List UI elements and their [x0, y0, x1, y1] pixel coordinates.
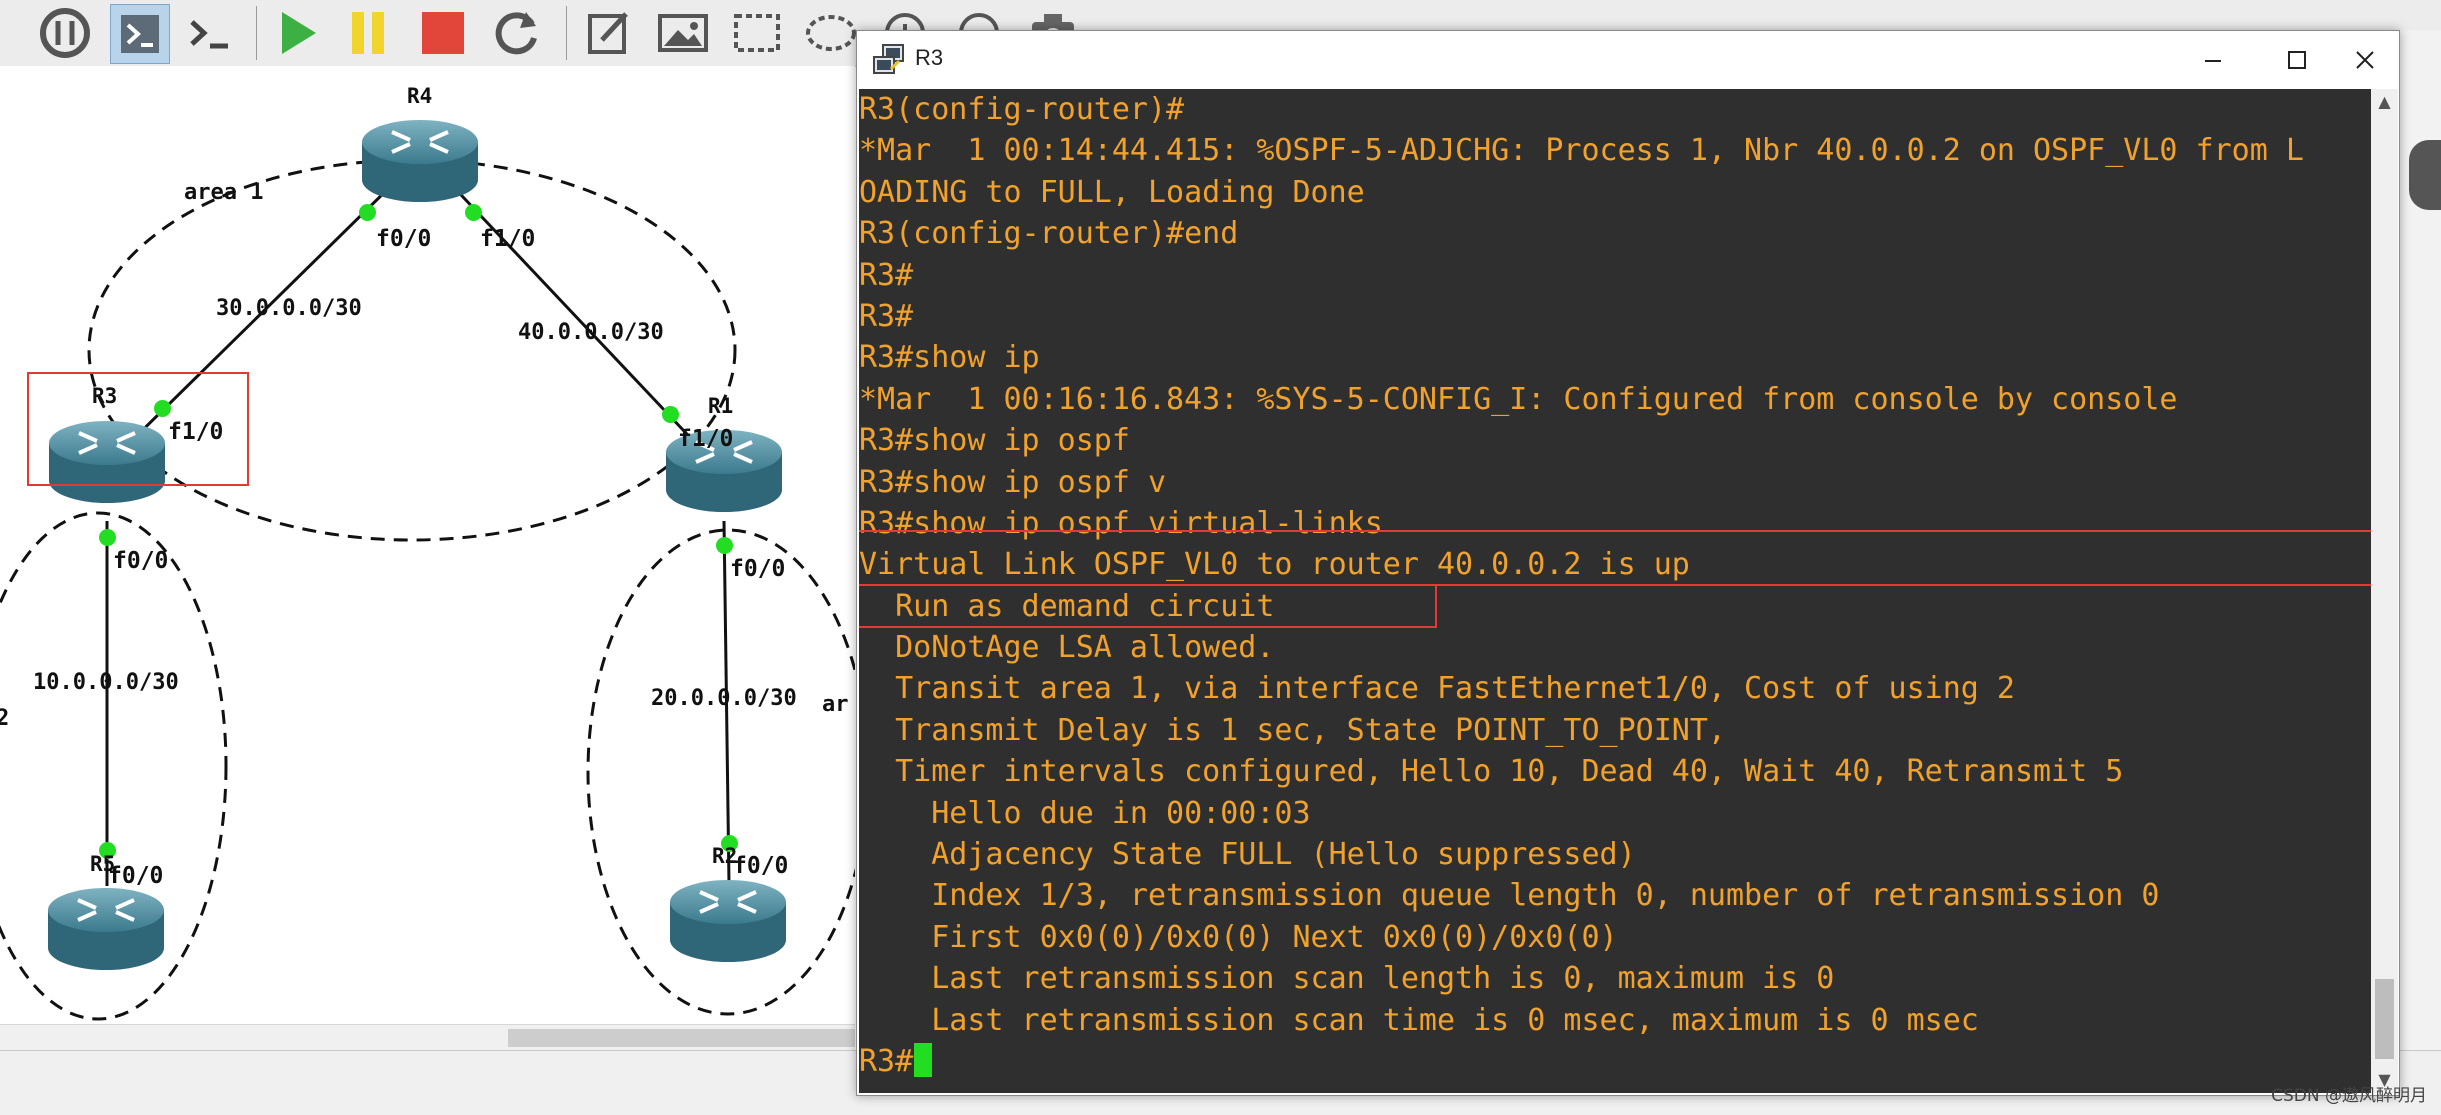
net-label-r3-r4: 30.0.0.0/30 — [216, 296, 362, 321]
canvas-horizontal-scrollbar[interactable] — [0, 1024, 855, 1051]
command-highlight-box — [859, 530, 2371, 586]
terminal-line: Timer intervals configured, Hello 10, De… — [859, 754, 2124, 790]
net-label-r4-r1: 40.0.0.0/30 — [518, 320, 664, 345]
terminal-line: R3(config-router)# — [859, 92, 1185, 127]
terminal-line: Hello due in 00:00:03 — [859, 795, 1311, 831]
port-r3-f0 — [99, 529, 116, 546]
stop-all-icon[interactable] — [414, 4, 472, 62]
scrollbar-thumb[interactable] — [508, 1029, 855, 1047]
terminal-line: Transit area 1, via interface FastEthern… — [859, 671, 2015, 707]
router-name-r4: R4 — [407, 84, 433, 108]
if-label-r3-f1: f1/0 — [168, 419, 224, 445]
window-titlebar[interactable]: R3 — [857, 31, 2399, 89]
terminal-line: OADING to FULL, Loading Done — [859, 174, 1365, 210]
terminal-line: Transmit Delay is 1 sec, State POINT_TO_… — [859, 712, 1726, 748]
window-title: R3 — [915, 45, 944, 70]
terminal-icon[interactable] — [110, 4, 170, 64]
add-note-icon[interactable] — [580, 4, 638, 62]
area-label-top: area 1 — [184, 180, 264, 205]
draw-rectangle-icon[interactable] — [728, 4, 786, 62]
net-label-r1-r2: 20.0.0.0/30 — [651, 686, 797, 711]
terminal-cursor — [914, 1042, 933, 1077]
router-icon — [48, 888, 164, 970]
terminal-window-r3[interactable]: R3 R3(config-router)# *Mar 1 00:14:44.415… — [856, 30, 2400, 1096]
terminal-line: R3# — [859, 1041, 2304, 1082]
terminal-line: Adjacency State FULL (Hello suppressed) — [859, 837, 1636, 873]
terminal-line: R3(config-router)#end — [859, 216, 1239, 252]
start-all-icon[interactable] — [268, 4, 326, 62]
if-label-r5-f0: f0/0 — [108, 863, 164, 889]
status-highlight-box — [859, 584, 1437, 628]
terminal-line: R3#show ip ospf — [859, 423, 1130, 459]
scrollbar-thumb[interactable] — [2375, 979, 2394, 1059]
port-r4-f0 — [359, 204, 376, 221]
if-label-r4-f0: f0/0 — [376, 226, 432, 252]
terminal-line: R3#show ip — [859, 340, 1040, 376]
router-name-r1: R1 — [708, 394, 734, 418]
router-icon — [670, 880, 786, 962]
terminal-line: R3# — [859, 298, 914, 334]
terminal-line: Last retransmission scan length is 0, ma… — [859, 961, 1835, 997]
port-r1-f1 — [662, 406, 679, 423]
command-prompt-icon[interactable] — [184, 4, 242, 62]
maximize-button[interactable] — [2269, 41, 2325, 79]
maximize-icon — [2288, 51, 2306, 69]
if-label-r3-f0: f0/0 — [113, 548, 169, 574]
scroll-up-icon[interactable]: ▲ — [2371, 89, 2398, 115]
topology-canvas[interactable]: R4 R3 R1 R5 R2 f0/0 f1/0 f1/0 f1/0 f0/0 … — [0, 66, 855, 1036]
router-r2[interactable] — [666, 878, 790, 964]
port-r1-f0 — [716, 537, 733, 554]
terminal-line: *Mar 1 00:14:44.415: %OSPF-5-ADJCHG: Pro… — [859, 133, 2304, 169]
reload-icon[interactable] — [488, 4, 546, 62]
if-label-r2-f0: f0/0 — [733, 853, 789, 879]
terminal-line: R3# — [859, 257, 914, 293]
if-label-r1-f1: f1/0 — [678, 426, 734, 452]
watermark: CSDN @遨风醉明月 — [2271, 1086, 2427, 1106]
area-label-right: ar — [822, 692, 849, 717]
minimize-icon — [2205, 60, 2221, 62]
net-label-r3-r5: 10.0.0.0/30 — [33, 670, 179, 695]
terminal-line: *Mar 1 00:16:16.843: %SYS-5-CONFIG_I: Co… — [859, 381, 2178, 417]
console-all-icon[interactable] — [36, 4, 94, 62]
draw-ellipse-icon[interactable] — [802, 4, 860, 62]
close-button[interactable] — [2337, 41, 2393, 79]
terminal-line: DoNotAge LSA allowed. — [859, 630, 1275, 666]
terminal-line: Last retransmission scan time is 0 msec,… — [859, 1002, 1979, 1038]
terminal-line: Index 1/3, retransmission queue length 0… — [859, 878, 2160, 914]
right-side-panel — [2396, 30, 2441, 1050]
minimize-button[interactable] — [2185, 41, 2241, 79]
putty-icon — [871, 43, 907, 77]
router-icon — [362, 120, 478, 202]
terminal-line: First 0x0(0)/0x0(0) Next 0x0(0)/0x0(0) — [859, 919, 1618, 955]
terminal-line: R3#show ip ospf v — [859, 464, 1167, 500]
insert-picture-icon[interactable] — [654, 4, 712, 62]
port-r4-f1 — [465, 204, 482, 221]
close-icon — [2356, 51, 2374, 69]
router-r4[interactable] — [358, 118, 482, 204]
terminal-console[interactable]: R3(config-router)# *Mar 1 00:14:44.415: %… — [859, 89, 2371, 1093]
panel-toggle-icon[interactable] — [2409, 140, 2441, 210]
terminal-vertical-scrollbar[interactable]: ▲ ▼ — [2371, 89, 2398, 1093]
if-label-r4-f1: f1/0 — [480, 226, 536, 252]
suspend-all-icon[interactable] — [340, 4, 398, 62]
area-label-left: 2 — [0, 706, 10, 731]
router-r5[interactable] — [44, 886, 168, 972]
if-label-r1-f0: f0/0 — [730, 556, 786, 582]
